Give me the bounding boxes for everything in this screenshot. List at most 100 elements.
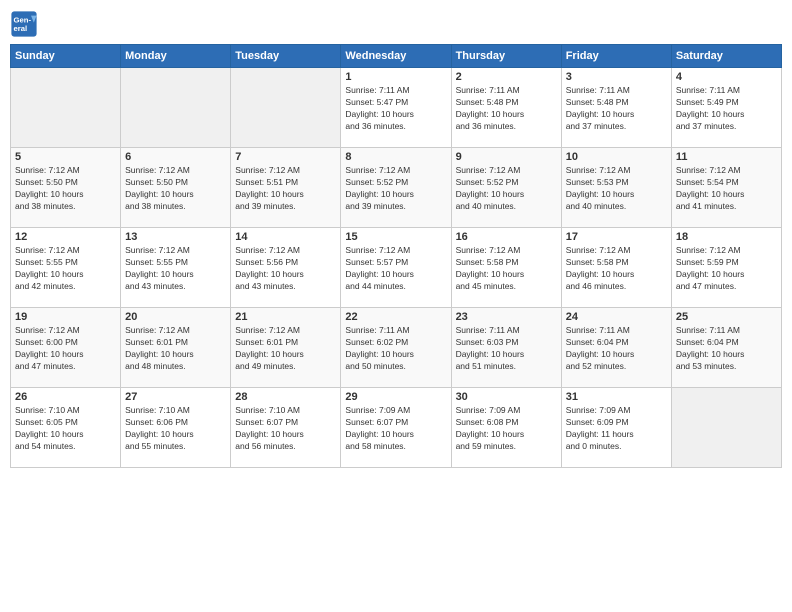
day-info: Sunrise: 7:11 AM Sunset: 6:04 PM Dayligh… — [566, 325, 667, 373]
day-info: Sunrise: 7:10 AM Sunset: 6:07 PM Dayligh… — [235, 405, 336, 453]
day-number: 20 — [125, 311, 226, 323]
svg-text:eral: eral — [14, 24, 28, 33]
day-number: 13 — [125, 231, 226, 243]
day-number: 1 — [345, 71, 446, 83]
calendar-cell: 30 Sunrise: 7:09 AM Sunset: 6:08 PM Dayli… — [451, 388, 561, 468]
calendar-cell: 4Sunrise: 7:11 AM Sunset: 5:49 PM Daylig… — [671, 68, 781, 148]
day-number: 25 — [676, 311, 777, 323]
day-number: 8 — [345, 151, 446, 163]
calendar-cell: 14Sunrise: 7:12 AM Sunset: 5:56 PM Dayli… — [231, 228, 341, 308]
day-info: Sunrise: 7:11 AM Sunset: 5:48 PM Dayligh… — [566, 85, 667, 133]
calendar-cell: 5Sunrise: 7:12 AM Sunset: 5:50 PM Daylig… — [11, 148, 121, 228]
day-number: 10 — [566, 151, 667, 163]
day-number: 11 — [676, 151, 777, 163]
day-info: Sunrise: 7:12 AM Sunset: 5:51 PM Dayligh… — [235, 165, 336, 213]
header-day-wednesday: Wednesday — [341, 45, 451, 68]
day-number: 16 — [456, 231, 557, 243]
day-info: Sunrise: 7:11 AM Sunset: 6:03 PM Dayligh… — [456, 325, 557, 373]
day-number: 7 — [235, 151, 336, 163]
day-number: 23 — [456, 311, 557, 323]
week-row-3: 12 Sunrise: 7:12 AM Sunset: 5:55 PM Dayli… — [11, 228, 782, 308]
calendar-cell: 27 Sunrise: 7:10 AM Sunset: 6:06 PM Dayli… — [121, 388, 231, 468]
day-number: 19 — [15, 311, 116, 323]
calendar-cell: 7 Sunrise: 7:12 AM Sunset: 5:51 PM Daylig… — [231, 148, 341, 228]
day-info: Sunrise: 7:09 AM Sunset: 6:07 PM Dayligh… — [345, 405, 446, 453]
header-row: SundayMondayTuesdayWednesdayThursdayFrid… — [11, 45, 782, 68]
day-number: 6 — [125, 151, 226, 163]
calendar-cell — [121, 68, 231, 148]
day-info: Sunrise: 7:11 AM Sunset: 6:02 PM Dayligh… — [345, 325, 446, 373]
day-number: 28 — [235, 391, 336, 403]
day-number: 30 — [456, 391, 557, 403]
calendar-cell: 19 Sunrise: 7:12 AM Sunset: 6:00 PM Dayli… — [11, 308, 121, 388]
calendar-cell: 28 Sunrise: 7:10 AM Sunset: 6:07 PM Dayli… — [231, 388, 341, 468]
day-info: Sunrise: 7:12 AM Sunset: 5:54 PM Dayligh… — [676, 165, 777, 213]
calendar-cell: 18 Sunrise: 7:12 AM Sunset: 5:59 PM Dayli… — [671, 228, 781, 308]
day-number: 18 — [676, 231, 777, 243]
day-info: Sunrise: 7:12 AM Sunset: 5:58 PM Dayligh… — [566, 245, 667, 293]
calendar-cell: 3 Sunrise: 7:11 AM Sunset: 5:48 PM Daylig… — [561, 68, 671, 148]
day-number: 27 — [125, 391, 226, 403]
day-info: Sunrise: 7:12 AM Sunset: 5:52 PM Dayligh… — [345, 165, 446, 213]
day-info: Sunrise: 7:12 AM Sunset: 5:59 PM Dayligh… — [676, 245, 777, 293]
day-number: 15 — [345, 231, 446, 243]
day-info: Sunrise: 7:09 AM Sunset: 6:08 PM Dayligh… — [456, 405, 557, 453]
day-info: Sunrise: 7:12 AM Sunset: 5:53 PM Dayligh… — [566, 165, 667, 213]
calendar-cell: 12 Sunrise: 7:12 AM Sunset: 5:55 PM Dayli… — [11, 228, 121, 308]
day-number: 5 — [15, 151, 116, 163]
calendar-cell: 23 Sunrise: 7:11 AM Sunset: 6:03 PM Dayli… — [451, 308, 561, 388]
logo-icon: Gen- eral — [10, 10, 38, 38]
day-info: Sunrise: 7:12 AM Sunset: 6:00 PM Dayligh… — [15, 325, 116, 373]
calendar-cell: 15 Sunrise: 7:12 AM Sunset: 5:57 PM Dayli… — [341, 228, 451, 308]
week-row-4: 19 Sunrise: 7:12 AM Sunset: 6:00 PM Dayli… — [11, 308, 782, 388]
day-number: 29 — [345, 391, 446, 403]
header-day-monday: Monday — [121, 45, 231, 68]
calendar-cell: 11 Sunrise: 7:12 AM Sunset: 5:54 PM Dayli… — [671, 148, 781, 228]
day-info: Sunrise: 7:12 AM Sunset: 5:58 PM Dayligh… — [456, 245, 557, 293]
day-number: 12 — [15, 231, 116, 243]
day-info: Sunrise: 7:11 AM Sunset: 5:47 PM Dayligh… — [345, 85, 446, 133]
svg-text:Gen-: Gen- — [14, 16, 32, 25]
week-row-1: 1 Sunrise: 7:11 AM Sunset: 5:47 PM Daylig… — [11, 68, 782, 148]
calendar-cell: 8 Sunrise: 7:12 AM Sunset: 5:52 PM Daylig… — [341, 148, 451, 228]
calendar-cell: 2 Sunrise: 7:11 AM Sunset: 5:48 PM Daylig… — [451, 68, 561, 148]
day-number: 26 — [15, 391, 116, 403]
calendar-cell — [671, 388, 781, 468]
day-info: Sunrise: 7:10 AM Sunset: 6:06 PM Dayligh… — [125, 405, 226, 453]
day-number: 9 — [456, 151, 557, 163]
calendar-cell: 29 Sunrise: 7:09 AM Sunset: 6:07 PM Dayli… — [341, 388, 451, 468]
day-info: Sunrise: 7:11 AM Sunset: 5:49 PM Dayligh… — [676, 85, 777, 133]
day-number: 3 — [566, 71, 667, 83]
header-day-tuesday: Tuesday — [231, 45, 341, 68]
header-day-sunday: Sunday — [11, 45, 121, 68]
calendar-cell: 31 Sunrise: 7:09 AM Sunset: 6:09 PM Dayli… — [561, 388, 671, 468]
calendar-cell: 17Sunrise: 7:12 AM Sunset: 5:58 PM Dayli… — [561, 228, 671, 308]
day-number: 2 — [456, 71, 557, 83]
calendar-cell: 25Sunrise: 7:11 AM Sunset: 6:04 PM Dayli… — [671, 308, 781, 388]
calendar-cell: 24Sunrise: 7:11 AM Sunset: 6:04 PM Dayli… — [561, 308, 671, 388]
calendar-cell: 22Sunrise: 7:11 AM Sunset: 6:02 PM Dayli… — [341, 308, 451, 388]
day-info: Sunrise: 7:12 AM Sunset: 5:57 PM Dayligh… — [345, 245, 446, 293]
day-info: Sunrise: 7:12 AM Sunset: 5:50 PM Dayligh… — [125, 165, 226, 213]
logo: Gen- eral — [10, 10, 42, 38]
calendar-cell: 1 Sunrise: 7:11 AM Sunset: 5:47 PM Daylig… — [341, 68, 451, 148]
day-number: 31 — [566, 391, 667, 403]
page-header: Gen- eral — [10, 10, 782, 38]
calendar-cell — [231, 68, 341, 148]
calendar-cell: 20 Sunrise: 7:12 AM Sunset: 6:01 PM Dayli… — [121, 308, 231, 388]
calendar-header: SundayMondayTuesdayWednesdayThursdayFrid… — [11, 45, 782, 68]
calendar-cell: 6 Sunrise: 7:12 AM Sunset: 5:50 PM Daylig… — [121, 148, 231, 228]
header-day-friday: Friday — [561, 45, 671, 68]
calendar-cell: 26 Sunrise: 7:10 AM Sunset: 6:05 PM Dayli… — [11, 388, 121, 468]
day-info: Sunrise: 7:10 AM Sunset: 6:05 PM Dayligh… — [15, 405, 116, 453]
day-number: 14 — [235, 231, 336, 243]
calendar-cell: 9 Sunrise: 7:12 AM Sunset: 5:52 PM Daylig… — [451, 148, 561, 228]
day-info: Sunrise: 7:12 AM Sunset: 5:52 PM Dayligh… — [456, 165, 557, 213]
calendar-cell: 10 Sunrise: 7:12 AM Sunset: 5:53 PM Dayli… — [561, 148, 671, 228]
day-info: Sunrise: 7:09 AM Sunset: 6:09 PM Dayligh… — [566, 405, 667, 453]
day-info: Sunrise: 7:12 AM Sunset: 5:55 PM Dayligh… — [15, 245, 116, 293]
calendar-cell: 21Sunrise: 7:12 AM Sunset: 6:01 PM Dayli… — [231, 308, 341, 388]
day-info: Sunrise: 7:11 AM Sunset: 5:48 PM Dayligh… — [456, 85, 557, 133]
calendar-body: 1 Sunrise: 7:11 AM Sunset: 5:47 PM Daylig… — [11, 68, 782, 468]
day-info: Sunrise: 7:12 AM Sunset: 6:01 PM Dayligh… — [125, 325, 226, 373]
